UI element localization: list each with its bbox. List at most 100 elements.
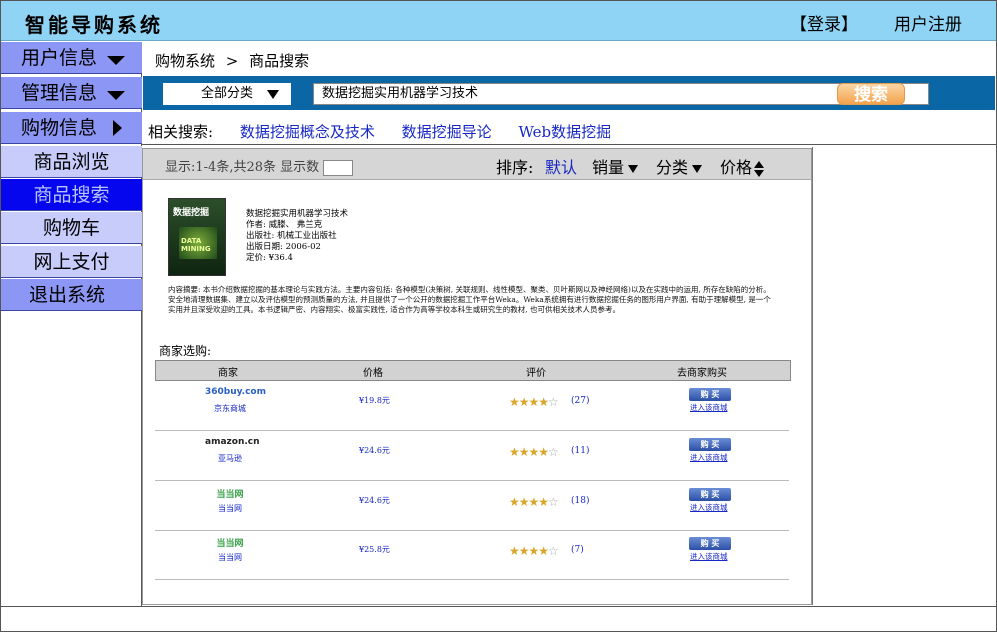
sidebar-item-user-info[interactable]: 用户信息	[1, 42, 142, 74]
buy-button[interactable]: 购 买	[689, 388, 731, 401]
merchant-name[interactable]: 当当网	[201, 503, 259, 514]
col-buy: 去商家购买	[677, 368, 727, 379]
sort-label: 排序:	[496, 158, 534, 177]
rating-stars-icon: ★★★★☆	[509, 445, 559, 459]
arrow-down-icon	[692, 164, 703, 173]
sort-updown-icon	[754, 160, 765, 177]
buy-button[interactable]: 购 买	[689, 488, 731, 501]
merchant-name[interactable]: 当当网	[201, 552, 259, 563]
review-count[interactable]: (11)	[571, 446, 589, 456]
book-author: 作者: 威滕、 弗兰克	[246, 220, 323, 230]
merchant-price: ¥24.6元	[359, 496, 390, 505]
book-date: 出版日期: 2006-02	[246, 242, 321, 252]
book-publisher: 出版社: 机械工业出版社	[246, 231, 337, 241]
merchants-title: 商家选购:	[159, 344, 212, 358]
book-price: 定价: ¥36.4	[246, 253, 293, 263]
sidebar-item-exit[interactable]: 退出系统	[1, 279, 142, 311]
footer-divider	[0, 606, 997, 607]
enter-store-link[interactable]: 进入该商城	[690, 551, 728, 562]
category-select-value: 全部分类	[201, 86, 254, 101]
result-count: 显示:1-4条,共28条 显示数	[165, 156, 354, 176]
book-description: 内容摘要: 本书介绍数据挖掘的基本理论与实践方法。主要内容包括: 各种模型(决策…	[168, 285, 771, 314]
book-details: 数据挖掘实用机器学习技术 作者: 威滕、 弗兰克 出版社: 机械工业出版社 出版…	[246, 209, 348, 264]
sort-sales-label: 销量	[592, 158, 625, 177]
sort-default[interactable]: 默认	[545, 154, 577, 178]
merchant-name[interactable]: 京东商城	[201, 403, 259, 414]
buy-button[interactable]: 购 买	[689, 537, 731, 550]
merchant-price: ¥24.6元	[359, 446, 390, 455]
table-row: 当当网 当当网 ¥24.6元 ★★★★☆ (18) 购 买进入该商城	[155, 481, 789, 531]
divider	[142, 144, 997, 145]
sidebar-item-browse-products[interactable]: 商品浏览	[1, 146, 142, 178]
sidebar-item-shopping-info[interactable]: 购物信息	[1, 112, 142, 144]
register-link[interactable]: 用户注册	[894, 10, 962, 35]
review-count[interactable]: (27)	[571, 396, 589, 406]
sidebar-item-admin-info[interactable]: 管理信息	[1, 77, 142, 109]
col-rating: 评价	[526, 368, 546, 379]
table-row: 当当网 当当网 ¥25.8元 ★★★★☆ (7) 购 买进入该商城	[155, 530, 789, 580]
merchants-table-header: 商家 价格 评价 去商家购买	[155, 360, 791, 381]
review-count[interactable]: (7)	[571, 545, 584, 555]
merchant-logo[interactable]: 360buy.com	[205, 387, 266, 401]
table-row: amazon.cn 亚马逊 ¥24.6元 ★★★★☆ (11) 购 买进入该商城	[155, 431, 789, 481]
sidebar-item-cart[interactable]: 购物车	[1, 212, 142, 244]
enter-store-link[interactable]: 进入该商城	[690, 402, 728, 413]
book-cover-image[interactable]: 数据挖掘 DATA MINING	[168, 198, 226, 276]
cover-title: 数据挖掘	[173, 208, 210, 218]
merchant-logo[interactable]: amazon.cn	[205, 437, 260, 451]
merchant-price: ¥19.8元	[359, 396, 390, 405]
chevron-down-icon	[107, 91, 125, 100]
divider	[812, 147, 813, 605]
merchant-name[interactable]: 亚马逊	[201, 453, 259, 464]
sort-category[interactable]: 分类	[656, 154, 703, 178]
sidebar-item-label: 管理信息	[21, 82, 98, 104]
results-panel: 显示:1-4条,共28条 显示数 排序: 默认 销量 分类 价格 数据挖掘 DA…	[142, 148, 812, 605]
table-row: 360buy.com 京东商城 ¥19.8元 ★★★★☆ (27) 购 买进入该商城	[155, 381, 789, 431]
review-count[interactable]: (18)	[571, 496, 589, 506]
sidebar-item-product-search[interactable]: 商品搜索	[1, 179, 142, 211]
app-title: 智能导购系统	[25, 13, 163, 37]
search-bar: 全部分类 数据挖掘实用机器学习技术 搜索	[143, 76, 995, 110]
cover-text: DATA MINING	[181, 237, 211, 253]
col-merchant: 商家	[218, 368, 238, 379]
rating-stars-icon: ★★★★☆	[509, 395, 559, 409]
arrow-down-icon	[628, 164, 639, 173]
search-button[interactable]: 搜索	[837, 83, 905, 105]
chevron-down-icon	[107, 56, 125, 65]
breadcrumb-current: 商品搜索	[249, 52, 310, 70]
chevron-right-icon	[113, 120, 122, 136]
col-price: 价格	[363, 368, 383, 379]
breadcrumb-root[interactable]: 购物系统	[155, 52, 215, 70]
enter-store-link[interactable]: 进入该商城	[690, 502, 728, 513]
merchant-price: ¥25.8元	[359, 545, 390, 554]
sort-category-label: 分类	[656, 158, 689, 177]
related-link[interactable]: 数据挖掘概念及技术	[240, 123, 375, 141]
related-label: 相关搜索:	[148, 123, 214, 141]
sidebar-item-label: 购物信息	[21, 117, 98, 139]
sidebar-item-label: 用户信息	[21, 47, 98, 69]
rating-stars-icon: ★★★★☆	[509, 544, 559, 558]
sidebar-item-online-payment[interactable]: 网上支付	[1, 246, 142, 278]
login-link[interactable]: 【登录】	[790, 10, 858, 35]
sort-price-label: 价格	[720, 158, 753, 177]
page-size-input[interactable]	[323, 159, 354, 176]
related-searches: 相关搜索: 数据挖掘概念及技术 数据挖掘导论 Web数据挖掘	[148, 121, 611, 142]
sort-bar: 显示:1-4条,共28条 显示数 排序: 默认 销量 分类 价格	[143, 149, 811, 180]
buy-button[interactable]: 购 买	[689, 438, 731, 451]
dropdown-arrow-icon	[267, 90, 279, 99]
related-link[interactable]: Web数据挖掘	[518, 123, 611, 141]
result-count-text: 显示:1-4条,共28条 显示数	[165, 160, 320, 175]
rating-stars-icon: ★★★★☆	[509, 495, 559, 509]
book-title: 数据挖掘实用机器学习技术	[246, 209, 349, 219]
sort-price[interactable]: 价格	[720, 154, 765, 178]
sort-sales[interactable]: 销量	[592, 154, 639, 178]
merchant-logo[interactable]: 当当网	[205, 487, 255, 501]
breadcrumb: 购物系统 > 商品搜索	[155, 50, 309, 71]
category-select[interactable]: 全部分类	[163, 83, 291, 105]
sidebar: 用户信息 管理信息 购物信息 商品浏览 商品搜索 购物车 网上支付 退出系统	[1, 42, 142, 607]
merchant-logo[interactable]: 当当网	[205, 536, 255, 550]
enter-store-link[interactable]: 进入该商城	[690, 452, 728, 463]
breadcrumb-separator: >	[225, 52, 239, 70]
header-bar: 智能导购系统 【登录】 用户注册	[1, 1, 996, 41]
related-link[interactable]: 数据挖掘导论	[402, 123, 492, 141]
